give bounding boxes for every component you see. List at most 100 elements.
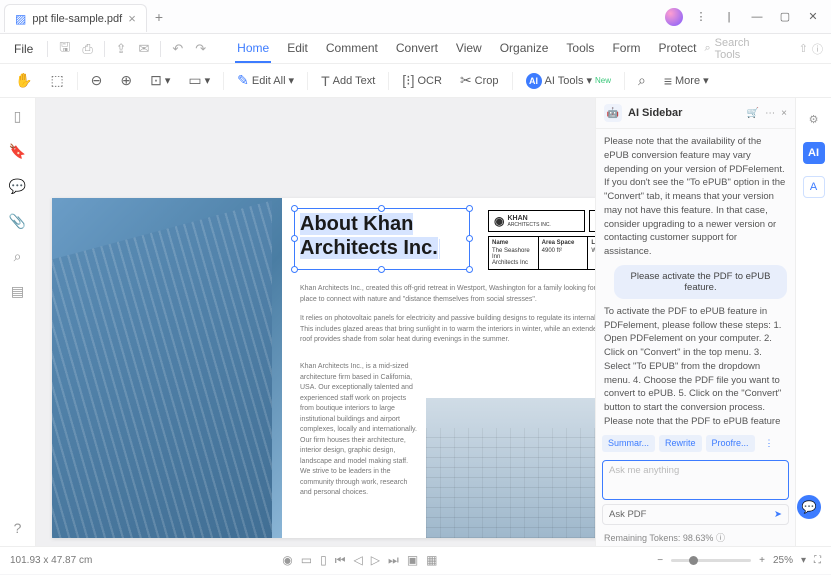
next-page-icon[interactable]: ▷ <box>371 553 380 568</box>
separator <box>388 72 389 90</box>
paragraph-2: It relies on photovoltaic panels for ele… <box>300 314 595 346</box>
settings-icon[interactable]: ⚙ <box>803 108 825 130</box>
file-menu[interactable]: File <box>8 42 39 56</box>
add-tab-button[interactable]: + <box>155 9 163 25</box>
tab-organize[interactable]: Organize <box>498 35 551 63</box>
search-doc-button[interactable]: ⌕ <box>633 69 651 92</box>
first-page-icon[interactable]: ⏮ <box>335 553 346 568</box>
resize-handle[interactable] <box>291 235 298 242</box>
resize-handle[interactable] <box>466 235 473 242</box>
comments-icon[interactable]: 💬 <box>9 178 26 195</box>
share-icon[interactable]: ⇪ <box>113 41 130 57</box>
save-icon[interactable]: 🖫 <box>56 38 73 60</box>
summarize-button[interactable]: Summar... <box>602 435 655 452</box>
search-tools-input[interactable]: Search Tools <box>715 37 765 61</box>
resize-handle[interactable] <box>466 266 473 273</box>
search-icon[interactable]: ⌕ <box>704 42 710 55</box>
zoom-slider[interactable] <box>671 559 751 562</box>
separator <box>223 72 224 90</box>
zoom-in-icon[interactable]: + <box>759 555 765 566</box>
info-icon[interactable]: ⓘ <box>716 533 725 543</box>
ai-panel-icon[interactable]: AI <box>803 142 825 164</box>
cloud-icon[interactable]: ⇧ <box>799 42 808 55</box>
divider <box>47 41 48 57</box>
email-icon[interactable]: ✉ <box>136 41 153 57</box>
tab-tools[interactable]: Tools <box>564 35 596 63</box>
zoom-in-button[interactable]: ⊕ <box>115 69 137 92</box>
zoom-out-button[interactable]: ⊖ <box>86 69 108 92</box>
zoom-out-icon[interactable]: − <box>657 555 663 566</box>
divider <box>160 41 161 57</box>
info-badges: ◉ KHANARCHITECTS INC. REVIEWED NameThe S… <box>488 210 595 270</box>
tokens-remaining: Remaining Tokens: 98.63% ⓘ <box>596 529 795 546</box>
edit-all-button[interactable]: ✎Edit All▾ <box>232 69 299 92</box>
resize-handle[interactable] <box>378 266 385 273</box>
company-badge: ◉ KHANARCHITECTS INC. <box>488 210 585 232</box>
close-icon[interactable]: × <box>128 11 136 26</box>
right-rail: ⚙ AI A <box>795 98 831 546</box>
more-icon[interactable]: ⋮ <box>691 7 711 27</box>
ai-tools-button[interactable]: AIAI Tools▾New <box>521 70 616 92</box>
ask-input[interactable]: Ask me anything <box>602 460 789 500</box>
document-tab[interactable]: ▨ ppt file-sample.pdf × <box>4 4 147 32</box>
ocr-button[interactable]: [⁝]OCR <box>397 69 447 92</box>
help-panel-icon[interactable]: ? <box>14 520 22 536</box>
sidebar-close-icon[interactable]: × <box>781 108 787 119</box>
bookmarks-icon[interactable]: 🔖 <box>9 143 26 160</box>
tab-form[interactable]: Form <box>610 35 642 63</box>
tab-convert[interactable]: Convert <box>394 35 440 63</box>
cart-icon[interactable]: 🛒 <box>747 108 759 119</box>
hand-tool[interactable]: ✋ <box>10 69 37 92</box>
sidebar-more-icon[interactable]: ⋯ <box>765 108 775 119</box>
selection-box[interactable] <box>294 208 470 270</box>
undo-icon[interactable]: ↶ <box>169 41 186 57</box>
chat-fab-button[interactable]: 💬 <box>797 495 821 519</box>
thumbnails-icon[interactable]: ▯ <box>14 108 22 125</box>
fit-page-button[interactable]: ⊡▾ <box>145 69 175 92</box>
search-panel-icon[interactable]: ⌕ <box>14 248 22 265</box>
crop-button[interactable]: ✂Crop <box>455 69 504 92</box>
add-text-button[interactable]: TAdd Text <box>316 70 380 92</box>
fullscreen-icon[interactable]: ⛶ <box>814 555 821 566</box>
redo-icon[interactable]: ↷ <box>192 41 209 57</box>
help-icon[interactable]: ⓘ <box>812 41 823 57</box>
zoom-dropdown-icon[interactable]: ▾ <box>801 555 806 566</box>
send-icon[interactable]: ➤ <box>774 509 782 520</box>
assistant-orb-icon[interactable] <box>665 8 683 26</box>
tab-comment[interactable]: Comment <box>324 35 380 63</box>
resize-handle[interactable] <box>291 205 298 212</box>
prev-page-icon[interactable]: ◁ <box>354 553 363 568</box>
translate-icon[interactable]: A <box>803 176 825 198</box>
rewrite-button[interactable]: Rewrite <box>659 435 702 452</box>
view-mode-icon[interactable]: ▣ <box>407 553 418 568</box>
resize-handle[interactable] <box>466 205 473 212</box>
zoom-value[interactable]: 25% <box>773 555 793 566</box>
ask-pdf-button[interactable]: Ask PDF ➤ <box>602 504 789 525</box>
tab-view[interactable]: View <box>454 35 484 63</box>
print-icon[interactable]: ⎙ <box>79 41 95 57</box>
minimize-button[interactable]: — <box>747 7 767 27</box>
layers-icon[interactable]: ▤ <box>11 283 24 300</box>
view-mode2-icon[interactable]: ▦ <box>426 553 437 568</box>
more-tools-button[interactable]: ≡More▾ <box>659 70 714 92</box>
user-message: Please activate the PDF to ePUB feature. <box>614 265 787 299</box>
proofread-button[interactable]: Proofre... <box>706 435 755 452</box>
tab-protect[interactable]: Protect <box>656 35 698 63</box>
page-nav-icon[interactable]: ◉ <box>282 553 292 568</box>
more-actions-icon[interactable]: ⋮ <box>759 435 780 452</box>
layout2-icon[interactable]: ▯ <box>320 553 327 568</box>
last-page-icon[interactable]: ⏭ <box>388 553 399 568</box>
document-canvas[interactable]: About Khan Architects Inc. ◉ KHANARCHITE… <box>36 98 595 546</box>
layout-icon[interactable]: ▭ <box>301 553 312 568</box>
tab-home[interactable]: Home <box>235 35 271 63</box>
resize-handle[interactable] <box>291 266 298 273</box>
page-display-button[interactable]: ▭▾ <box>183 69 215 92</box>
attachments-icon[interactable]: 📎 <box>9 213 26 230</box>
resize-handle[interactable] <box>378 205 385 212</box>
quick-actions: Summar... Rewrite Proofre... ⋮ <box>596 431 795 456</box>
select-tool[interactable]: ⬚ <box>45 69 68 92</box>
separator <box>307 72 308 90</box>
tab-edit[interactable]: Edit <box>285 35 310 63</box>
maximize-button[interactable]: ▢ <box>775 7 795 27</box>
close-window-button[interactable]: ✕ <box>803 7 823 27</box>
